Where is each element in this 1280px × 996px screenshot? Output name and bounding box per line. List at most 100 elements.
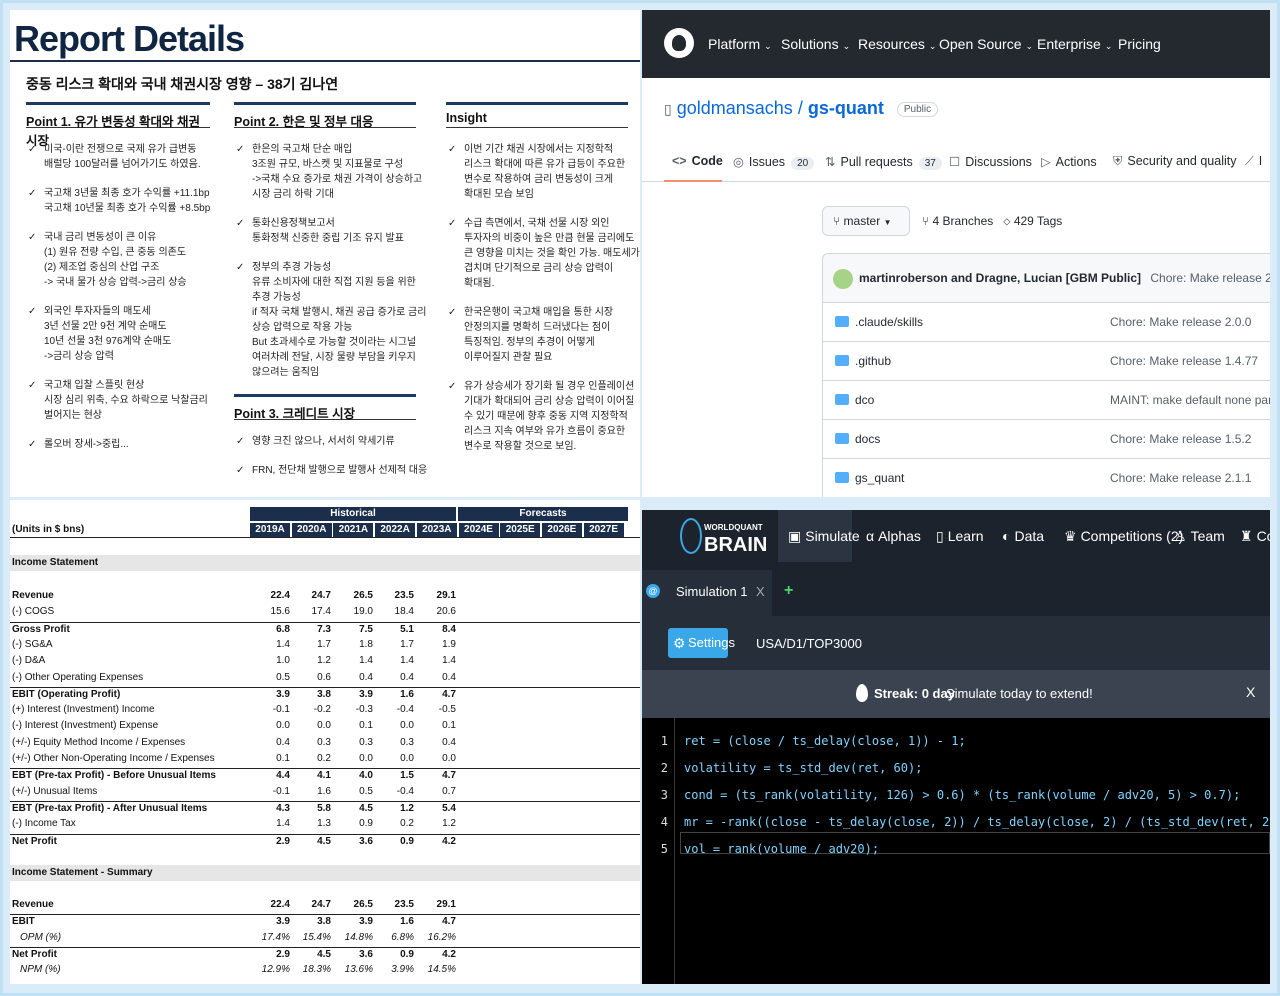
cell-value: 1.4 (276, 818, 290, 830)
tab-i[interactable]: ⟋ I (1245, 154, 1262, 169)
file-name[interactable]: .github (855, 354, 891, 368)
close-tab-icon[interactable]: X (756, 584, 765, 599)
line-number: 5 (660, 842, 668, 856)
cell-value: 0.4 (442, 671, 456, 683)
code-line[interactable]: volatility = ts_std_dev(ret, 60); (684, 761, 922, 775)
insight-bullet-line: 리스크 확대에 따른 유가 급등이 주요한 (464, 159, 626, 170)
cell-value: 3.8 (317, 688, 331, 700)
file-commit-message[interactable]: Chore: Make release 2.1.1 (1110, 471, 1251, 485)
nav-label: Resources (858, 36, 925, 52)
wq-nav-alphas[interactable]: α Alphas (866, 528, 921, 544)
table-row: EBT (Pre-tax Profit) - After Unusual Ite… (10, 800, 640, 817)
cell-value: 0.6 (317, 671, 331, 683)
nav-platform[interactable]: Platform ⌄ (708, 36, 772, 52)
github-logo-icon[interactable] (664, 28, 694, 58)
code-line[interactable]: ret = (close / ts_delay(close, 1)) - 1; (684, 734, 966, 748)
cell-value: 12.9% (261, 964, 290, 976)
file-row[interactable]: dco MAINT: make default none param (822, 381, 1270, 420)
file-name[interactable]: docs (855, 432, 880, 446)
insight-bullet-line: 특징적임. 정부의 추경이 어떻게 (464, 337, 595, 348)
nav-resources[interactable]: Resources ⌄ (858, 36, 936, 52)
file-name[interactable]: gs_quant (855, 471, 904, 485)
repo-name-link[interactable]: gs-quant (808, 98, 884, 118)
cell-value: 6.8% (391, 931, 414, 943)
check-icon: ✓ (448, 381, 457, 392)
wq-nav-learn[interactable]: ▯ Learn (936, 528, 984, 545)
file-name[interactable]: .claude/skills (855, 315, 923, 329)
cell-value: 0.4 (359, 671, 373, 683)
nav-solutions[interactable]: Solutions ⌄ (781, 36, 850, 52)
tab-code[interactable]: <> Code (672, 154, 723, 168)
tab-issues[interactable]: ◎ Issues 20 (733, 154, 815, 170)
table-row: EBIT 3.9 3.8 3.9 1.6 4.7 (10, 914, 640, 930)
cell-value: -0.1 (272, 785, 290, 797)
nav-open-source[interactable]: Open Source ⌄ (939, 36, 1033, 52)
cell-value: 18.4 (394, 606, 414, 618)
file-name[interactable]: dco (855, 393, 874, 407)
check-icon: ✓ (448, 218, 457, 229)
file-commit-message[interactable]: Chore: Make release 1.4.77 (1110, 354, 1258, 368)
code-line[interactable]: vol = rank(volume / adv20); (684, 842, 879, 856)
gutter-divider (674, 718, 675, 984)
chevron-down-icon: ⌄ (764, 41, 772, 51)
point1-bullet-line: 국고채 10년물 최종 호가 수익률 +8.5bp (44, 203, 211, 214)
commit-authors[interactable]: martinroberson and Dragne, Lucian [GBM P… (859, 271, 1141, 285)
settings-button[interactable]: ⚙ Settings (668, 628, 735, 658)
community-icon: ♜ (1240, 528, 1253, 544)
file-commit-message[interactable]: MAINT: make default none param (1110, 393, 1270, 407)
code-line[interactable]: cond = (ts_rank(volatility, 126) > 0.6) … (684, 788, 1240, 802)
file-commit-message[interactable]: Chore: Make release 1.5.2 (1110, 432, 1251, 446)
insight-bullet-line: 기대가 확대되어 금리 상승 압력이 이어질 (464, 396, 635, 407)
close-banner-icon[interactable]: X (1246, 684, 1255, 700)
cell-value: 4.4 (276, 770, 290, 782)
row-label: (-) Interest (Investment) Expense (12, 720, 159, 732)
streak-label: Streak: 0 day (874, 686, 955, 701)
branches-link[interactable]: 4 Branches (933, 214, 994, 228)
file-row[interactable]: docs Chore: Make release 1.5.2 (822, 420, 1270, 459)
report-panel: Report Details 중동 리스크 확대와 국내 채권시장 영향 – 3… (10, 10, 640, 497)
file-row[interactable]: .claude/skills Chore: Make release 2.0.0 (822, 303, 1270, 342)
cell-value: 17.4% (261, 931, 290, 943)
streak-message: Simulate today to extend! (946, 686, 1093, 701)
tab-discussions[interactable]: ☐ Discussions (949, 154, 1032, 169)
wq-nav-data[interactable]: ◐ Data (1002, 528, 1044, 544)
line-number: 1 (660, 734, 668, 748)
code-editor[interactable]: 1 ret = (close / ts_delay(close, 1)) - 1;… (642, 718, 1270, 984)
tab-label: I (1258, 154, 1263, 168)
file-commit-message[interactable]: Chore: Make release 2.0.0 (1110, 315, 1251, 329)
avatar[interactable] (833, 269, 853, 289)
cell-value: 4.0 (359, 770, 373, 782)
chevron-down-icon: ⌄ (1104, 41, 1113, 51)
cell-value: -0.3 (355, 704, 373, 716)
simulation-tab[interactable]: @ Simulation 1 X (642, 570, 772, 616)
row-label: (+/-) Equity Method Income / Expenses (12, 736, 186, 748)
tab-pull-requests[interactable]: ⇅ Pull requests 37 (825, 154, 942, 170)
wq-nav-team[interactable]: ♙ Team (1174, 528, 1225, 545)
table-row: Gross Profit 6.8 7.3 7.5 5.1 8.4 (10, 621, 640, 638)
tab-actions[interactable]: ▷ Actions (1041, 154, 1097, 169)
cell-value: 1.2 (442, 818, 456, 830)
nav-enterprise[interactable]: Enterprise ⌄ (1037, 36, 1112, 52)
cell-value: -0.4 (396, 785, 414, 797)
add-tab-button[interactable]: + (784, 582, 793, 600)
wq-nav-competitions[interactable]: ♛ Competitions (2) (1064, 528, 1183, 545)
check-icon: ✓ (28, 380, 37, 391)
point2-bullet-line: But 초과세수로 가능할 것이라는 시그널 (252, 337, 417, 348)
brain-logo-icon[interactable] (680, 518, 702, 554)
wq-nav-simulate[interactable]: ▣ Simulate (788, 528, 860, 545)
point1-bullet-line: 벌어지는 현상 (44, 410, 102, 421)
point1-bullet-line: -> 국내 물가 상승 압력->금리 상승 (44, 277, 187, 288)
code-line[interactable]: mr = -rank((close - ts_delay(close, 2)) … (684, 815, 1270, 829)
branch-selector[interactable]: ⑂ master ▼ (822, 206, 910, 236)
file-row[interactable]: .github Chore: Make release 1.4.77 (822, 342, 1270, 381)
units-label: (Units in $ bns) (12, 524, 85, 535)
commit-message[interactable]: Chore: Make release 2.1.1 (1150, 271, 1270, 285)
tab-security-and-quality[interactable]: ⛨ Security and quality (1113, 154, 1236, 169)
insight-bullet-line: 한국은행이 국고채 매입을 통한 시장 (464, 307, 614, 318)
repo-owner-link[interactable]: goldmansachs (677, 98, 793, 118)
row-label: EBIT (12, 916, 35, 928)
nav-pricing[interactable]: Pricing (1118, 36, 1161, 52)
tags-link[interactable]: 429 Tags (1014, 214, 1063, 228)
file-row[interactable]: gs_quant Chore: Make release 2.1.1 (822, 459, 1270, 497)
wq-nav-co[interactable]: ♜Co (1240, 528, 1270, 545)
